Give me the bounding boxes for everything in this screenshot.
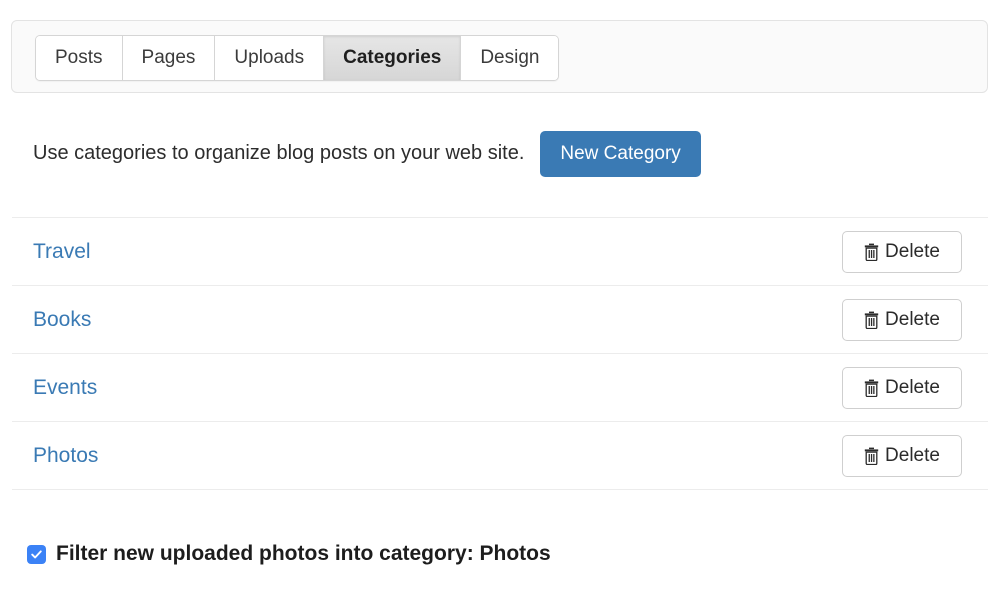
categories-page: Posts Pages Uploads Categories Design Use ca… (0, 0, 1000, 600)
filter-checkbox[interactable] (27, 544, 46, 564)
trash-icon (864, 447, 879, 465)
delete-button[interactable]: Delete (842, 434, 962, 477)
tab-posts[interactable]: Posts (36, 36, 123, 80)
tab-pages[interactable]: Pages (122, 36, 216, 80)
delete-button-label: Delete (885, 241, 940, 262)
filter-label[interactable]: Filter new uploaded photos into category… (56, 542, 551, 566)
check-icon (31, 549, 42, 558)
description-row: Use categories to organize blog posts on… (33, 130, 973, 177)
new-category-button[interactable]: New Category (540, 130, 701, 177)
filter-row: Filter new uploaded photos into category… (27, 542, 551, 566)
delete-button[interactable]: Delete (842, 230, 962, 273)
category-row: Travel Delete (12, 218, 988, 286)
description-text: Use categories to organize blog posts on… (33, 142, 525, 164)
delete-button-label: Delete (885, 309, 940, 330)
trash-icon (864, 311, 879, 329)
category-row: Photos Delete (12, 422, 988, 490)
delete-button-label: Delete (885, 445, 940, 466)
category-link-books[interactable]: Books (33, 308, 91, 332)
category-row: Events Delete (12, 354, 988, 422)
tab-uploads[interactable]: Uploads (215, 36, 325, 80)
category-link-photos[interactable]: Photos (33, 444, 98, 468)
tab-panel: Posts Pages Uploads Categories Design (11, 20, 988, 93)
trash-icon (864, 243, 879, 261)
trash-icon (864, 379, 879, 397)
delete-button[interactable]: Delete (842, 298, 962, 341)
category-link-travel[interactable]: Travel (33, 240, 91, 264)
tab-categories[interactable]: Categories (324, 36, 462, 80)
delete-button[interactable]: Delete (842, 366, 962, 409)
category-list: Travel Delete Books Delete Events Delete Photo… (12, 217, 988, 490)
tab-design[interactable]: Design (461, 36, 559, 80)
category-row: Books Delete (12, 286, 988, 354)
category-link-events[interactable]: Events (33, 376, 97, 400)
tab-group: Posts Pages Uploads Categories Design (35, 35, 560, 81)
delete-button-label: Delete (885, 377, 940, 398)
